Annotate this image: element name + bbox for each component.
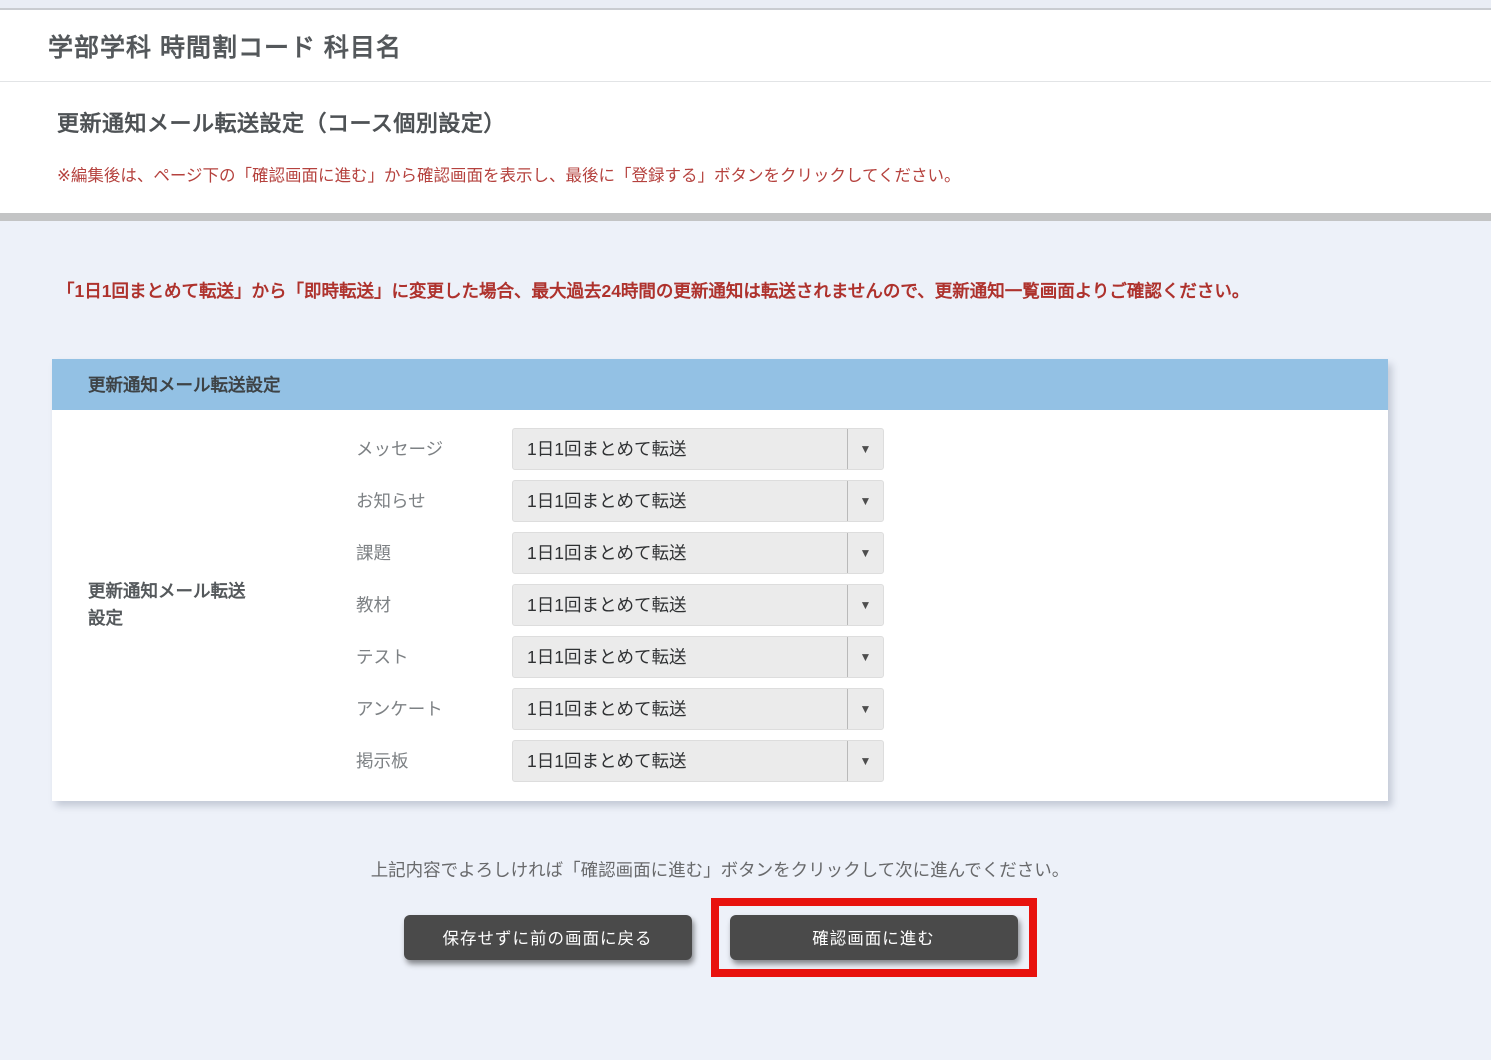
select-value: 1日1回まとめて転送 [513, 748, 847, 773]
setting-row-assignment: 課題 1日1回まとめて転送 ▼ [356, 532, 884, 574]
test-forward-select[interactable]: 1日1回まとめて転送 ▼ [512, 636, 884, 678]
select-value: 1日1回まとめて転送 [513, 540, 847, 565]
select-value: 1日1回まとめて転送 [513, 592, 847, 617]
row-label: テスト [356, 644, 512, 669]
group-label: 更新通知メール転送設定 [88, 428, 356, 782]
message-forward-select[interactable]: 1日1回まとめて転送 ▼ [512, 428, 884, 470]
caret-down-icon[interactable]: ▼ [847, 585, 883, 625]
row-label: お知らせ [356, 488, 512, 513]
section-heading: 更新通知メール転送設定（コース個別設定） [57, 106, 1451, 138]
course-header: 学部学科 時間割コード 科目名 [0, 10, 1491, 82]
row-label: 掲示板 [356, 748, 512, 773]
page-title: 学部学科 時間割コード 科目名 [48, 28, 1451, 64]
select-value: 1日1回まとめて転送 [513, 436, 847, 461]
setting-row-survey: アンケート 1日1回まとめて転送 ▼ [356, 688, 884, 730]
setting-row-board: 掲示板 1日1回まとめて転送 ▼ [356, 740, 884, 782]
confirm-instruction: 上記内容でよろしければ「確認画面に進む」ボタンをクリックして次に進んでください。 [52, 857, 1388, 882]
setting-row-material: 教材 1日1回まとめて転送 ▼ [356, 584, 884, 626]
caret-down-icon[interactable]: ▼ [847, 741, 883, 781]
select-value: 1日1回まとめて転送 [513, 696, 847, 721]
proceed-button[interactable]: 確認画面に進む [730, 915, 1018, 960]
caret-down-icon[interactable]: ▼ [847, 689, 883, 729]
notice-forward-select[interactable]: 1日1回まとめて転送 ▼ [512, 480, 884, 522]
settings-panel: 更新通知メール転送設定 更新通知メール転送設定 メッセージ 1日1回まとめて転送… [52, 359, 1388, 801]
select-value: 1日1回まとめて転送 [513, 488, 847, 513]
row-label: 教材 [356, 592, 512, 617]
select-value: 1日1回まとめて転送 [513, 644, 847, 669]
setting-row-test: テスト 1日1回まとめて転送 ▼ [356, 636, 884, 678]
highlight-annotation-box: 確認画面に進む [711, 898, 1037, 977]
panel-body: 更新通知メール転送設定 メッセージ 1日1回まとめて転送 ▼ お知らせ 1日1回… [52, 410, 1388, 801]
survey-forward-select[interactable]: 1日1回まとめて転送 ▼ [512, 688, 884, 730]
setting-rows: メッセージ 1日1回まとめて転送 ▼ お知らせ 1日1回まとめて転送 ▼ 課題 [356, 428, 884, 782]
row-label: 課題 [356, 540, 512, 565]
top-bar [0, 0, 1491, 10]
board-forward-select[interactable]: 1日1回まとめて転送 ▼ [512, 740, 884, 782]
group-label-text: 更新通知メール転送設定 [88, 578, 260, 632]
caret-down-icon[interactable]: ▼ [847, 481, 883, 521]
setting-row-message: メッセージ 1日1回まとめて転送 ▼ [356, 428, 884, 470]
button-row: 保存せずに前の画面に戻る 確認画面に進む [52, 898, 1388, 977]
section-header: 更新通知メール転送設定（コース個別設定） ※編集後は、ページ下の「確認画面に進む… [0, 82, 1491, 213]
caret-down-icon[interactable]: ▼ [847, 637, 883, 677]
caret-down-icon[interactable]: ▼ [847, 533, 883, 573]
edit-note: ※編集後は、ページ下の「確認画面に進む」から確認画面を表示し、最後に「登録する」… [57, 162, 1451, 186]
setting-row-notice: お知らせ 1日1回まとめて転送 ▼ [356, 480, 884, 522]
row-label: アンケート [356, 696, 512, 721]
caret-down-icon[interactable]: ▼ [847, 429, 883, 469]
back-button[interactable]: 保存せずに前の画面に戻る [404, 915, 692, 960]
warning-text: 「1日1回まとめて転送」から「即時転送」に変更した場合、最大過去24時間の更新通… [57, 276, 1372, 307]
row-label: メッセージ [356, 436, 512, 461]
divider [0, 213, 1491, 221]
panel-header: 更新通知メール転送設定 [52, 359, 1388, 410]
assignment-forward-select[interactable]: 1日1回まとめて転送 ▼ [512, 532, 884, 574]
material-forward-select[interactable]: 1日1回まとめて転送 ▼ [512, 584, 884, 626]
main-content: 「1日1回まとめて転送」から「即時転送」に変更した場合、最大過去24時間の更新通… [0, 221, 1491, 977]
